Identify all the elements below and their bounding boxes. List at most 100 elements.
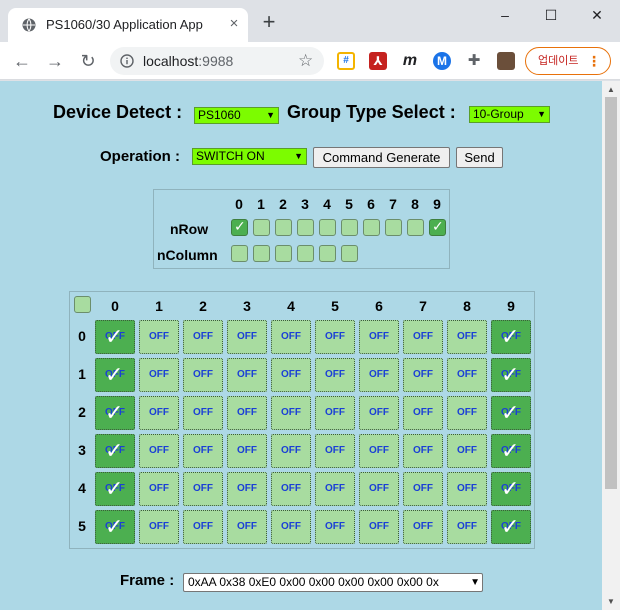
switch-cell[interactable]: OFF — [271, 396, 311, 430]
switch-cell[interactable]: OFF ✓ — [95, 510, 135, 544]
switch-cell[interactable]: OFF ✓ — [491, 396, 531, 430]
bookmark-star-icon[interactable]: ☆ — [298, 51, 313, 71]
switch-cell[interactable]: OFF — [227, 510, 267, 544]
switch-cell[interactable]: OFF — [403, 320, 443, 354]
nrow-checkbox[interactable] — [297, 219, 314, 236]
switch-cell[interactable]: OFF — [271, 358, 311, 392]
pen-icon[interactable]: M — [433, 52, 451, 70]
switch-cell[interactable]: OFF — [183, 358, 223, 392]
reload-icon[interactable]: ↻ — [78, 51, 98, 71]
switch-cell[interactable]: OFF ✓ — [95, 358, 135, 392]
new-tab-button[interactable]: + — [260, 11, 278, 33]
pdf-icon[interactable]: ⅄ — [369, 52, 387, 70]
switch-cell[interactable]: OFF — [139, 510, 179, 544]
frame-select[interactable]: 0xAA 0x38 0xE0 0x00 0x00 0x00 0x00 0x00 … — [183, 573, 483, 592]
browser-tab[interactable]: PS1060/30 Application App × — [8, 8, 248, 42]
switch-cell[interactable]: OFF — [315, 472, 355, 506]
info-icon[interactable] — [120, 54, 134, 68]
switch-cell[interactable]: OFF — [139, 434, 179, 468]
ncolumn-checkbox[interactable] — [341, 245, 358, 262]
switch-cell[interactable]: OFF — [315, 358, 355, 392]
switch-cell[interactable]: OFF — [139, 472, 179, 506]
nrow-checkbox[interactable] — [231, 218, 248, 236]
switch-cell[interactable]: OFF — [271, 510, 311, 544]
switch-cell[interactable]: OFF — [403, 510, 443, 544]
close-window-button[interactable]: ✕ — [582, 4, 612, 26]
nrow-checkbox[interactable] — [319, 219, 336, 236]
device-select[interactable]: PS1060 ▼ — [194, 107, 279, 124]
switch-cell[interactable]: OFF — [183, 320, 223, 354]
switch-cell[interactable]: OFF — [271, 434, 311, 468]
switch-cell[interactable]: OFF — [359, 434, 399, 468]
nrow-checkbox[interactable] — [363, 219, 380, 236]
switch-cell[interactable]: OFF — [447, 434, 487, 468]
switch-cell[interactable]: OFF — [315, 320, 355, 354]
operation-select[interactable]: SWITCH ON ▼ — [192, 148, 307, 165]
nrow-checkbox[interactable] — [275, 219, 292, 236]
address-bar[interactable]: localhost:9988 ☆ — [110, 47, 324, 75]
nrow-checkbox[interactable] — [385, 219, 402, 236]
puzzle-icon[interactable]: ✚ — [465, 52, 483, 70]
close-tab-icon[interactable]: × — [226, 16, 242, 32]
switch-cell[interactable]: OFF — [183, 510, 223, 544]
switch-cell[interactable]: OFF — [315, 396, 355, 430]
m-icon[interactable]: m — [401, 52, 419, 70]
scroll-down-icon[interactable]: ▼ — [607, 597, 615, 606]
nrow-checkbox[interactable] — [407, 219, 424, 236]
switch-cell[interactable]: OFF — [271, 320, 311, 354]
maximize-button[interactable]: ☐ — [536, 4, 566, 26]
switch-cell[interactable]: OFF ✓ — [95, 320, 135, 354]
vertical-scrollbar[interactable]: ▲ ▼ — [602, 81, 620, 610]
switch-cell[interactable]: OFF ✓ — [491, 320, 531, 354]
switch-cell[interactable]: OFF ✓ — [491, 472, 531, 506]
switch-cell[interactable]: OFF — [403, 358, 443, 392]
switch-cell[interactable]: OFF — [183, 472, 223, 506]
switch-cell[interactable]: OFF — [271, 472, 311, 506]
switch-cell[interactable]: OFF — [183, 434, 223, 468]
switch-cell[interactable]: OFF — [447, 358, 487, 392]
menu-dots-icon[interactable]: ⋮ — [587, 48, 601, 74]
switch-cell[interactable]: OFF — [359, 358, 399, 392]
ncolumn-checkbox[interactable] — [297, 245, 314, 262]
switch-cell[interactable]: OFF — [447, 472, 487, 506]
back-arrow-icon[interactable]: ← — [12, 51, 32, 71]
switch-cell[interactable]: OFF — [403, 396, 443, 430]
switch-cell[interactable]: OFF ✓ — [491, 434, 531, 468]
switch-cell[interactable]: OFF — [315, 434, 355, 468]
switch-cell[interactable]: OFF — [139, 396, 179, 430]
switch-cell[interactable]: OFF ✓ — [95, 472, 135, 506]
switch-cell[interactable]: OFF — [227, 472, 267, 506]
tab-icon[interactable]: # — [337, 52, 355, 70]
switch-cell[interactable]: OFF — [403, 472, 443, 506]
switch-cell[interactable]: OFF ✓ — [95, 396, 135, 430]
ncolumn-checkbox[interactable] — [253, 245, 270, 262]
switch-cell[interactable]: OFF — [359, 510, 399, 544]
switch-cell[interactable]: OFF — [139, 358, 179, 392]
switch-cell[interactable]: OFF — [359, 320, 399, 354]
profile-avatar[interactable] — [497, 52, 515, 70]
nrow-checkbox[interactable] — [253, 219, 270, 236]
switch-cell[interactable]: OFF — [359, 472, 399, 506]
switch-cell[interactable]: OFF ✓ — [491, 358, 531, 392]
group-type-select[interactable]: 10-Group ▼ — [469, 106, 550, 123]
switch-cell[interactable]: OFF — [447, 320, 487, 354]
switch-cell[interactable]: OFF — [227, 320, 267, 354]
nrow-checkbox[interactable] — [429, 218, 446, 236]
switch-cell[interactable]: OFF — [227, 434, 267, 468]
switch-cell[interactable]: OFF — [227, 396, 267, 430]
ncolumn-checkbox[interactable] — [231, 245, 248, 262]
switch-cell[interactable]: OFF — [447, 510, 487, 544]
switch-cell[interactable]: OFF — [183, 396, 223, 430]
ncolumn-checkbox[interactable] — [275, 245, 292, 262]
switch-cell[interactable]: OFF — [403, 434, 443, 468]
switch-cell[interactable]: OFF — [315, 510, 355, 544]
select-all-checkbox[interactable] — [74, 296, 91, 313]
nrow-checkbox[interactable] — [341, 219, 358, 236]
update-button[interactable]: 업데이트 ⋮ — [525, 47, 611, 75]
switch-cell[interactable]: OFF — [139, 320, 179, 354]
scrollbar-thumb[interactable] — [605, 97, 617, 489]
switch-cell[interactable]: OFF — [359, 396, 399, 430]
ncolumn-checkbox[interactable] — [319, 245, 336, 262]
scroll-up-icon[interactable]: ▲ — [607, 85, 615, 94]
switch-cell[interactable]: OFF ✓ — [95, 434, 135, 468]
